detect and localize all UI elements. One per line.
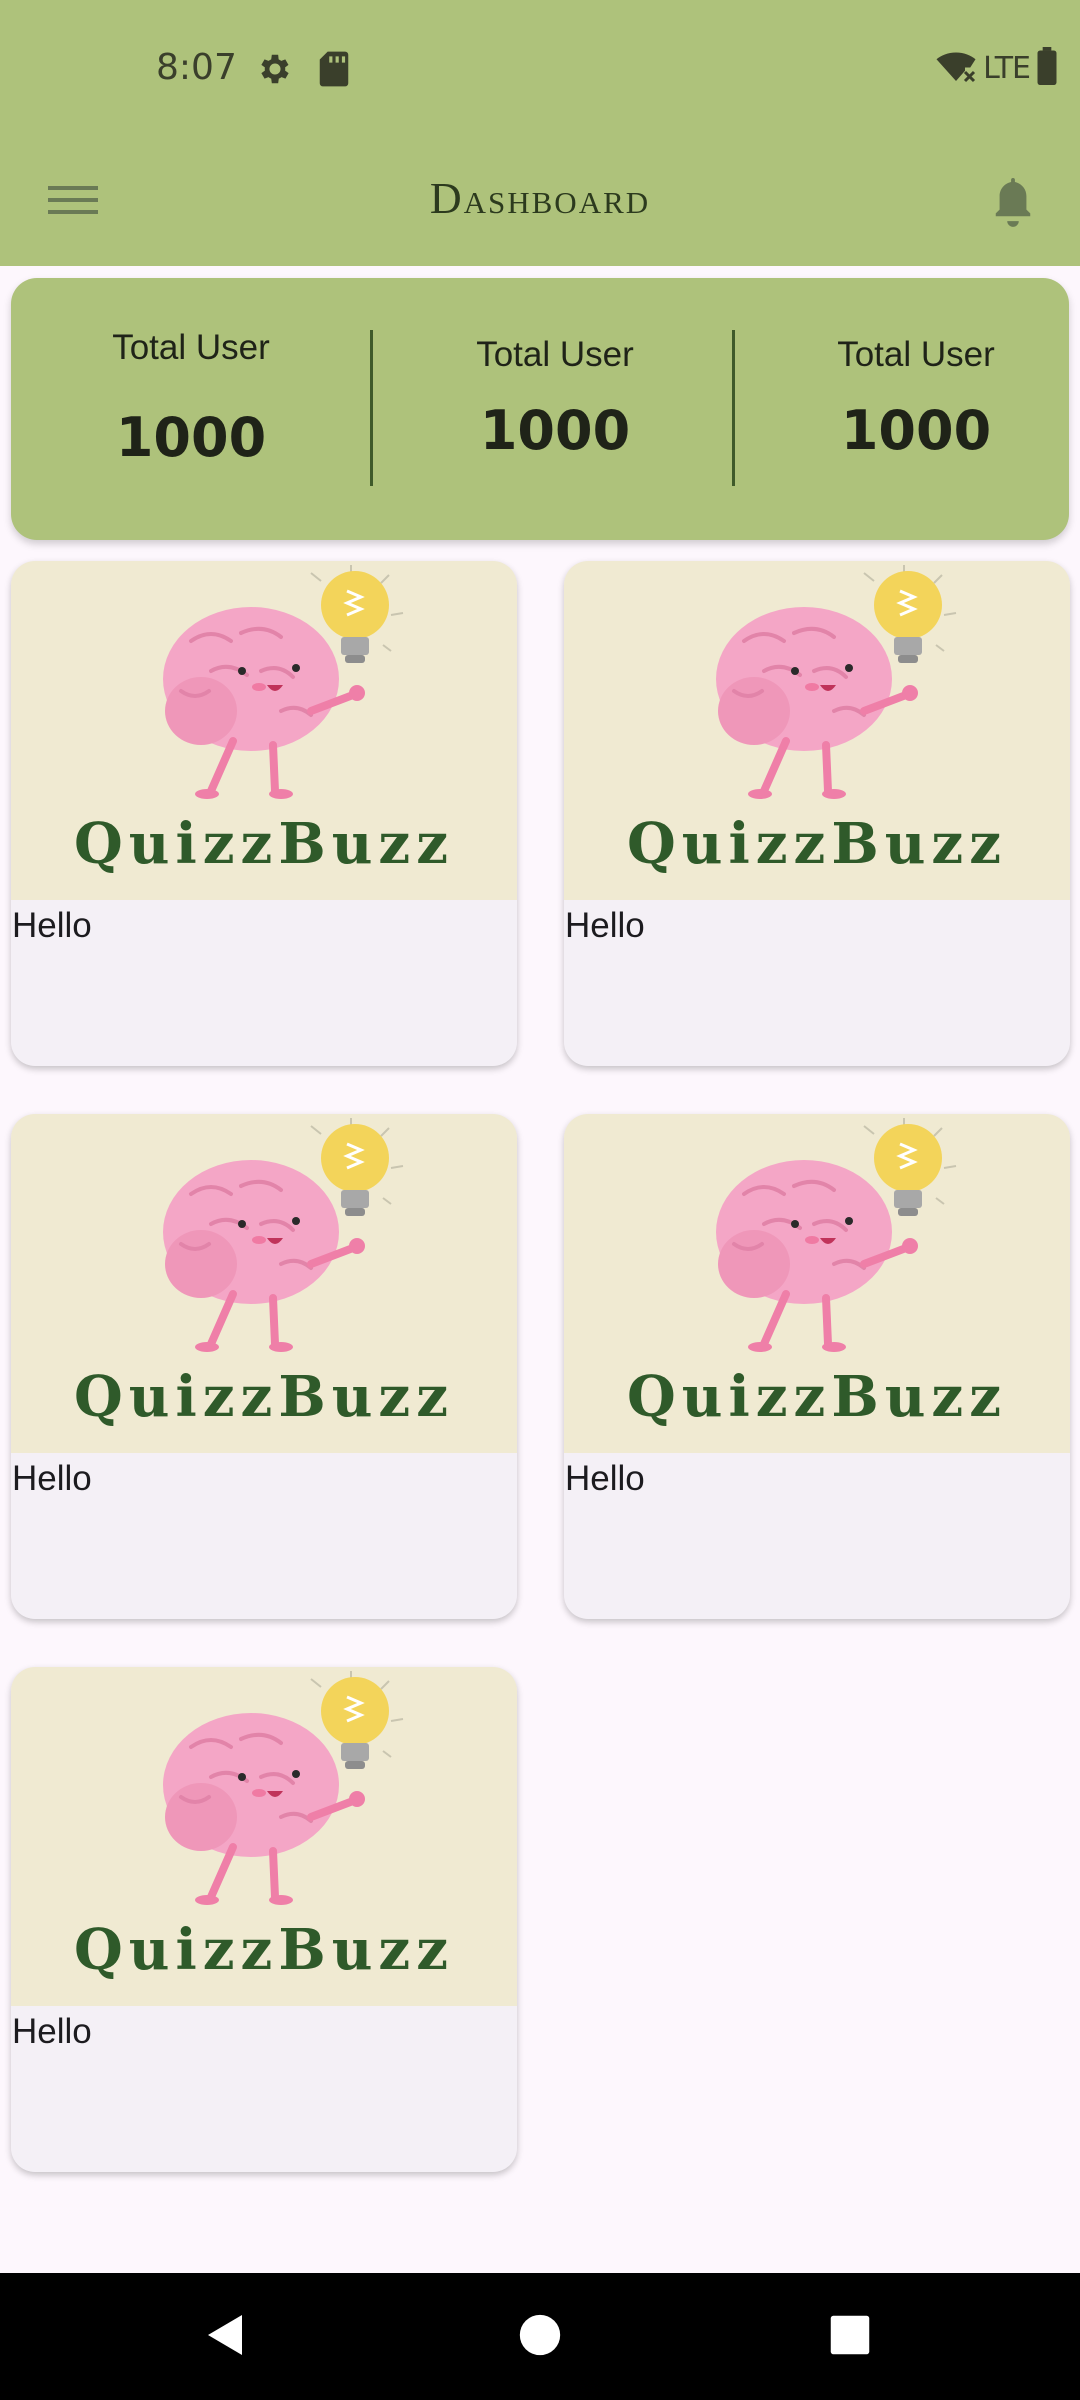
- stat-item: Total User 1000: [776, 278, 1056, 540]
- back-button[interactable]: [194, 2305, 258, 2369]
- recents-icon: [829, 2314, 871, 2361]
- brain-character: [163, 1713, 339, 1857]
- brain-character: [163, 607, 339, 751]
- recents-button[interactable]: [818, 2305, 882, 2369]
- stat-item: Total User 1000: [415, 278, 695, 540]
- stats-card: Total User 1000 Total User 1000 Total Us…: [11, 278, 1069, 540]
- grid-card[interactable]: QuizzBuzz Hello: [11, 1114, 517, 1619]
- status-time: 8:07: [156, 47, 237, 88]
- quizzbuzz-logo: QuizzBuzz: [564, 1114, 1070, 1453]
- status-right: LTE: [935, 46, 1058, 90]
- quizzbuzz-logo: QuizzBuzz: [11, 561, 517, 900]
- grid-card[interactable]: QuizzBuzz Hello: [564, 561, 1070, 1066]
- stat-label: Total User: [112, 328, 270, 367]
- system-nav-bar: [0, 2273, 1080, 2400]
- quizzbuzz-logo: QuizzBuzz: [564, 561, 1070, 900]
- stat-label: Total User: [476, 335, 634, 374]
- notification-button[interactable]: [976, 165, 1050, 239]
- logo-wordmark: QuizzBuzz: [74, 811, 454, 877]
- stat-value: 1000: [115, 406, 267, 469]
- network-type: LTE: [983, 50, 1031, 86]
- logo-wordmark: QuizzBuzz: [627, 811, 1007, 877]
- logo-wordmark: QuizzBuzz: [74, 1364, 454, 1430]
- lightbulb-icon: [874, 571, 942, 663]
- home-icon: [518, 2313, 562, 2362]
- home-button[interactable]: [508, 2305, 572, 2369]
- quizzbuzz-logo: QuizzBuzz: [11, 1667, 517, 2006]
- status-bar: 8:07 LTE: [0, 0, 1080, 135]
- grid-card[interactable]: QuizzBuzz Hello: [11, 1667, 517, 2172]
- lightbulb-icon: [321, 1677, 389, 1769]
- app-bar: Dashboard: [0, 135, 1080, 266]
- back-icon: [202, 2311, 250, 2364]
- battery-icon: [1036, 46, 1058, 90]
- lightbulb-icon: [321, 1124, 389, 1216]
- stat-divider: [370, 330, 373, 486]
- settings-icon: [256, 50, 294, 93]
- grid-card[interactable]: QuizzBuzz Hello: [11, 561, 517, 1066]
- stat-item: Total User 1000: [51, 278, 331, 540]
- card-label: Hello: [565, 906, 645, 945]
- brain-character: [716, 1160, 892, 1304]
- brain-character: [716, 607, 892, 751]
- quizzbuzz-logo: QuizzBuzz: [11, 1114, 517, 1453]
- stat-divider: [732, 330, 735, 486]
- stat-value: 1000: [479, 399, 631, 462]
- lightbulb-icon: [874, 1124, 942, 1216]
- card-label: Hello: [12, 906, 92, 945]
- grid-card[interactable]: QuizzBuzz Hello: [564, 1114, 1070, 1619]
- stat-label: Total User: [837, 335, 995, 374]
- top-area: 8:07 LTE Dashboard: [0, 0, 1080, 266]
- lightbulb-icon: [321, 571, 389, 663]
- bell-icon: [990, 173, 1036, 232]
- card-label: Hello: [565, 1459, 645, 1498]
- card-label: Hello: [12, 1459, 92, 1498]
- brain-character: [163, 1160, 339, 1304]
- wifi-off-icon: [935, 48, 977, 89]
- logo-wordmark: QuizzBuzz: [627, 1364, 1007, 1430]
- sd-card-icon: [318, 50, 350, 93]
- stat-value: 1000: [840, 399, 992, 462]
- card-label: Hello: [12, 2012, 92, 2051]
- logo-wordmark: QuizzBuzz: [74, 1917, 454, 1983]
- page-title: Dashboard: [429, 174, 651, 223]
